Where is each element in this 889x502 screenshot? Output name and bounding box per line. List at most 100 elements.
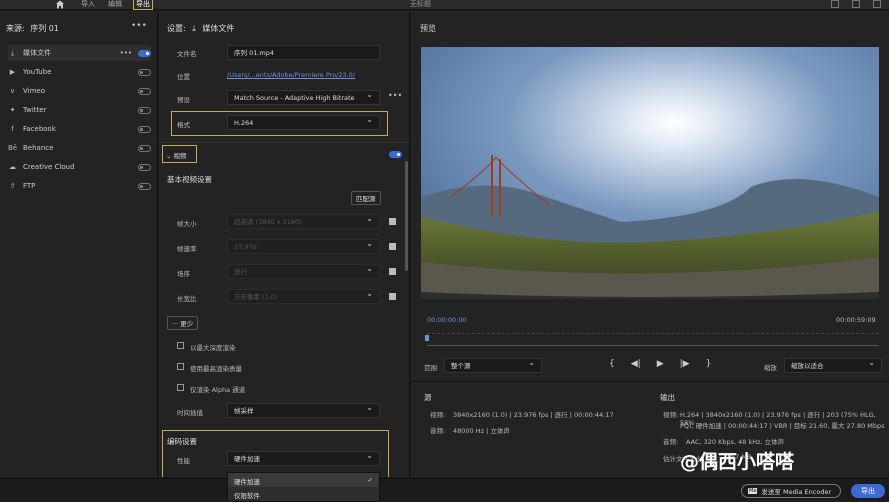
destination-toggle[interactable]	[138, 163, 151, 171]
preset-dropdown[interactable]: Match Source - Adaptive High Bitrate	[227, 90, 380, 105]
filename-input[interactable]: 序列 01.mp4	[227, 45, 380, 60]
settings-title: 设置:	[167, 24, 186, 33]
source-value: 序列 01	[30, 24, 59, 33]
preview-panel: 预览 00:00:00:00 00:00:59:09 范围 整个源 ⌄ {◀|…	[411, 11, 889, 477]
source-audio-value: 48000 Hz | 立体声	[453, 427, 510, 435]
bottom-bar: Me 发送至 Media Encoder 导出	[0, 478, 889, 500]
media-encoder-icon: Me	[748, 488, 758, 494]
max-quality-checkbox[interactable]	[177, 363, 184, 370]
encoding-title: 编码设置	[167, 437, 197, 446]
checkmark-icon: ✓	[367, 476, 373, 484]
source-audio-label: 音频:	[430, 427, 446, 435]
timeline-track[interactable]	[427, 345, 879, 346]
step-forward-icon[interactable]: |▶	[680, 359, 690, 369]
preset-more-icon[interactable]: •••	[388, 91, 402, 100]
more-less-button[interactable]: ··· 更少	[167, 316, 199, 330]
top-bar: 导入 编辑 导出 无标题	[0, 0, 889, 10]
video-section-label: 视频	[173, 152, 187, 160]
frame-rate-label: 帧速率	[177, 245, 197, 253]
facebook-icon: f	[11, 125, 14, 133]
share-icon[interactable]	[852, 0, 860, 8]
step-back-icon[interactable]: ◀|	[631, 359, 641, 369]
destination-facebook[interactable]: f Facebook	[8, 121, 151, 137]
destination-label: Facebook	[23, 125, 56, 133]
output-audio-label: 音频:	[663, 438, 679, 446]
aspect-dropdown[interactable]: 方形像素 (1.0)	[227, 289, 380, 304]
frame-rate-dropdown[interactable]: 23.976	[227, 239, 380, 254]
format-label: 格式	[177, 121, 190, 129]
perf-dropdown[interactable]: 硬件加速	[227, 451, 380, 466]
timecode-end: 00:00:59:09	[836, 316, 876, 324]
behance-icon: Bē	[7, 144, 18, 152]
send-media-encoder-label: 发送至 Media Encoder	[761, 488, 832, 496]
destination-label: Twitter	[23, 106, 47, 114]
frame-size-checkbox[interactable]	[389, 218, 396, 225]
destination-twitter[interactable]: ✦ Twitter	[8, 102, 151, 118]
scale-label: 缩放	[764, 364, 777, 372]
field-order-checkbox[interactable]	[389, 268, 396, 275]
perf-dropdown-menu: 硬件加速 ✓ 仅限软件	[227, 472, 380, 502]
more-options-icon[interactable]: •••	[131, 21, 147, 31]
filename-label: 文件名	[177, 50, 197, 58]
panorama-image	[421, 47, 879, 299]
destination-toggle[interactable]	[138, 87, 151, 95]
menu-item-software[interactable]: 仅限软件	[228, 487, 379, 501]
preview-title: 预览	[420, 24, 436, 33]
destination-vimeo[interactable]: v Vimeo	[8, 83, 151, 99]
destination-behance[interactable]: Bē Behance	[8, 140, 151, 156]
panel-icon[interactable]	[873, 0, 881, 8]
alpha-only-checkbox[interactable]	[177, 384, 184, 391]
max-depth-checkbox[interactable]	[177, 342, 184, 349]
destination-toggle[interactable]	[138, 68, 151, 76]
scale-dropdown[interactable]: 缩放以适合	[784, 358, 882, 373]
field-order-dropdown[interactable]: 逐行	[227, 264, 380, 279]
basic-video-title: 基本视频设置	[167, 175, 212, 184]
destination-label: Creative Cloud	[23, 163, 75, 171]
frame-size-dropdown[interactable]: 超高清 (3840 x 2160)	[227, 214, 380, 229]
export-button[interactable]: 导出	[851, 484, 885, 498]
divider	[159, 142, 409, 143]
settings-scrollbar[interactable]	[405, 161, 408, 271]
source-video-value: 3840x2160 (1.0) | 23.976 fps | 逐行 | 00:0…	[453, 411, 614, 419]
destination-媒体文件[interactable]: ⤓ 媒体文件 •••	[8, 45, 151, 61]
fullscreen-icon[interactable]	[831, 0, 839, 8]
preview-video[interactable]	[421, 47, 879, 299]
range-label: 范围	[424, 364, 437, 372]
settings-subtitle: 媒体文件	[202, 24, 235, 33]
destination-toggle[interactable]	[138, 106, 151, 114]
video-section-toggle[interactable]: ⌄ 视频	[166, 150, 187, 160]
destination-more-icon[interactable]: •••	[120, 49, 132, 57]
timeline-ruler[interactable]	[427, 333, 879, 343]
format-dropdown[interactable]: H.264	[227, 115, 380, 130]
download-icon: ⤓	[10, 48, 15, 57]
destination-creative-cloud[interactable]: ☁ Creative Cloud	[8, 159, 151, 175]
range-dropdown[interactable]: 整个源	[444, 358, 542, 373]
source-info-title: 源	[424, 393, 432, 402]
destination-toggle[interactable]	[138, 182, 151, 190]
more-less-label: 更少	[180, 320, 194, 328]
video-toggle[interactable]	[389, 151, 402, 158]
tab-edit[interactable]: 编辑	[108, 0, 122, 9]
aspect-checkbox[interactable]	[389, 293, 396, 300]
destination-toggle[interactable]	[138, 125, 151, 133]
send-media-encoder-button[interactable]: Me 发送至 Media Encoder	[741, 484, 841, 498]
play-icon[interactable]: ▶	[657, 359, 664, 369]
playhead[interactable]	[425, 335, 429, 341]
destination-youtube[interactable]: ▶ YouTube	[8, 64, 151, 80]
home-icon[interactable]	[55, 0, 65, 9]
destination-toggle[interactable]	[138, 144, 151, 152]
interp-dropdown[interactable]: 帧采样	[227, 403, 380, 418]
mark-in-icon[interactable]: {	[609, 359, 615, 369]
frame-rate-checkbox[interactable]	[389, 243, 396, 250]
destination-toggle[interactable]	[138, 49, 151, 57]
mark-out-icon[interactable]: }	[706, 359, 712, 369]
tab-export[interactable]: 导出	[133, 0, 153, 10]
location-link[interactable]: /Users/...ents/Adobe/Premiere Pro/23.0/	[227, 71, 355, 79]
output-info-title: 输出	[660, 393, 675, 402]
youtube-icon: ▶	[9, 68, 16, 76]
watermark: @偶西小嗒嗒	[680, 451, 795, 473]
tab-import[interactable]: 导入	[81, 0, 95, 9]
match-source-button[interactable]: 匹配源	[351, 191, 381, 205]
menu-item-hardware[interactable]: 硬件加速 ✓	[228, 473, 379, 487]
destination-ftp[interactable]: ⇪ FTP	[8, 178, 151, 194]
